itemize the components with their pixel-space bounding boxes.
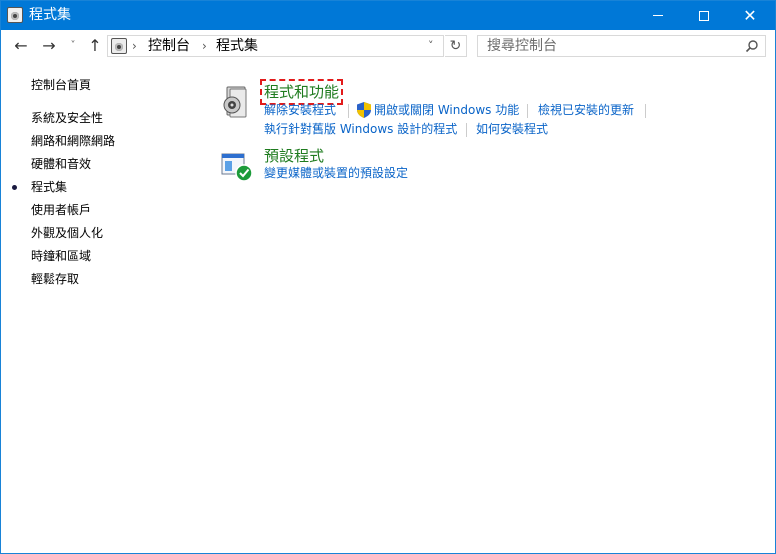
close-button[interactable]: ✕ [727,1,773,30]
address-bar[interactable]: › 控制台 › 程式集 ˅ [107,35,444,57]
refresh-button[interactable]: ↻ [445,35,467,57]
sidebar-item-programs[interactable]: 程式集 [31,179,67,195]
title-bar[interactable]: 程式集 ✕ [1,1,775,30]
sidebar-item-appearance[interactable]: 外觀及個人化 [31,225,103,241]
minimize-icon [653,15,663,16]
sidebar-item-hardware-sound[interactable]: 硬體和音效 [31,156,91,172]
breadcrumb-chevron-icon[interactable]: › [202,38,207,54]
control-panel-icon[interactable] [7,7,23,23]
windows-features-link[interactable]: 開啟或關閉 Windows 功能 [374,102,519,118]
window-title: 程式集 [29,7,71,23]
current-item-bullet-icon [12,185,17,190]
navigation-bar: ← → ˅ ↑ › 控制台 › 程式集 ˅ ↻ 搜尋控制台 [1,30,775,62]
maximize-icon [699,10,709,21]
link-separator [527,104,528,118]
search-placeholder: 搜尋控制台 [487,38,557,54]
recent-locations-chevron-icon[interactable]: ˅ [66,37,80,55]
refresh-icon: ↻ [449,38,462,54]
search-input[interactable]: 搜尋控制台 [477,35,766,57]
sidebar-item-ease-of-access[interactable]: 輕鬆存取 [31,271,79,287]
uac-shield-icon [357,102,371,118]
minimize-button[interactable] [635,1,681,30]
sidebar: 控制台首頁 系統及安全性 網路和網際網路 硬體和音效 程式集 使用者帳戶 外觀及… [1,62,201,542]
up-arrow-icon[interactable]: ↑ [85,37,105,55]
programs-features-icon[interactable] [221,85,249,119]
close-icon: ✕ [743,5,757,25]
sidebar-item-network-internet[interactable]: 網路和網際網路 [31,133,115,149]
breadcrumb-programs[interactable]: 程式集 [216,37,258,55]
default-programs-title[interactable]: 預設程式 [264,147,324,165]
sidebar-item-user-accounts[interactable]: 使用者帳戶 [31,202,91,218]
view-installed-updates-link[interactable]: 檢視已安裝的更新 [538,102,634,118]
breadcrumb-chevron-icon[interactable]: › [132,38,137,54]
link-separator [466,123,467,137]
maximize-button[interactable] [681,1,727,30]
sidebar-item-clock-region[interactable]: 時鐘和區域 [31,248,91,264]
uninstall-program-link[interactable]: 解除安裝程式 [264,102,336,118]
run-legacy-programs-link[interactable]: 執行針對舊版 Windows 設計的程式 [264,121,457,137]
sidebar-item-system-security[interactable]: 系統及安全性 [31,110,103,126]
link-separator [348,104,349,118]
address-dropdown-icon[interactable]: ˅ [428,38,434,54]
search-icon[interactable] [745,39,759,53]
how-to-install-link[interactable]: 如何安裝程式 [476,121,548,137]
change-media-defaults-link[interactable]: 變更媒體或裝置的預設設定 [264,165,408,181]
default-programs-icon[interactable] [221,152,253,182]
programs-features-title[interactable]: 程式和功能 [259,79,344,105]
link-separator [645,104,646,118]
control-panel-window: 程式集 ✕ ← → ˅ ↑ › 控制台 › 程式集 ˅ ↻ 搜尋控制台 控制台首… [0,0,776,554]
forward-arrow-icon[interactable]: → [39,37,59,55]
control-panel-icon [111,38,127,54]
back-arrow-icon[interactable]: ← [11,37,31,55]
sidebar-item-control-panel-home[interactable]: 控制台首頁 [31,77,91,93]
breadcrumb-control-panel[interactable]: 控制台 [148,37,190,55]
